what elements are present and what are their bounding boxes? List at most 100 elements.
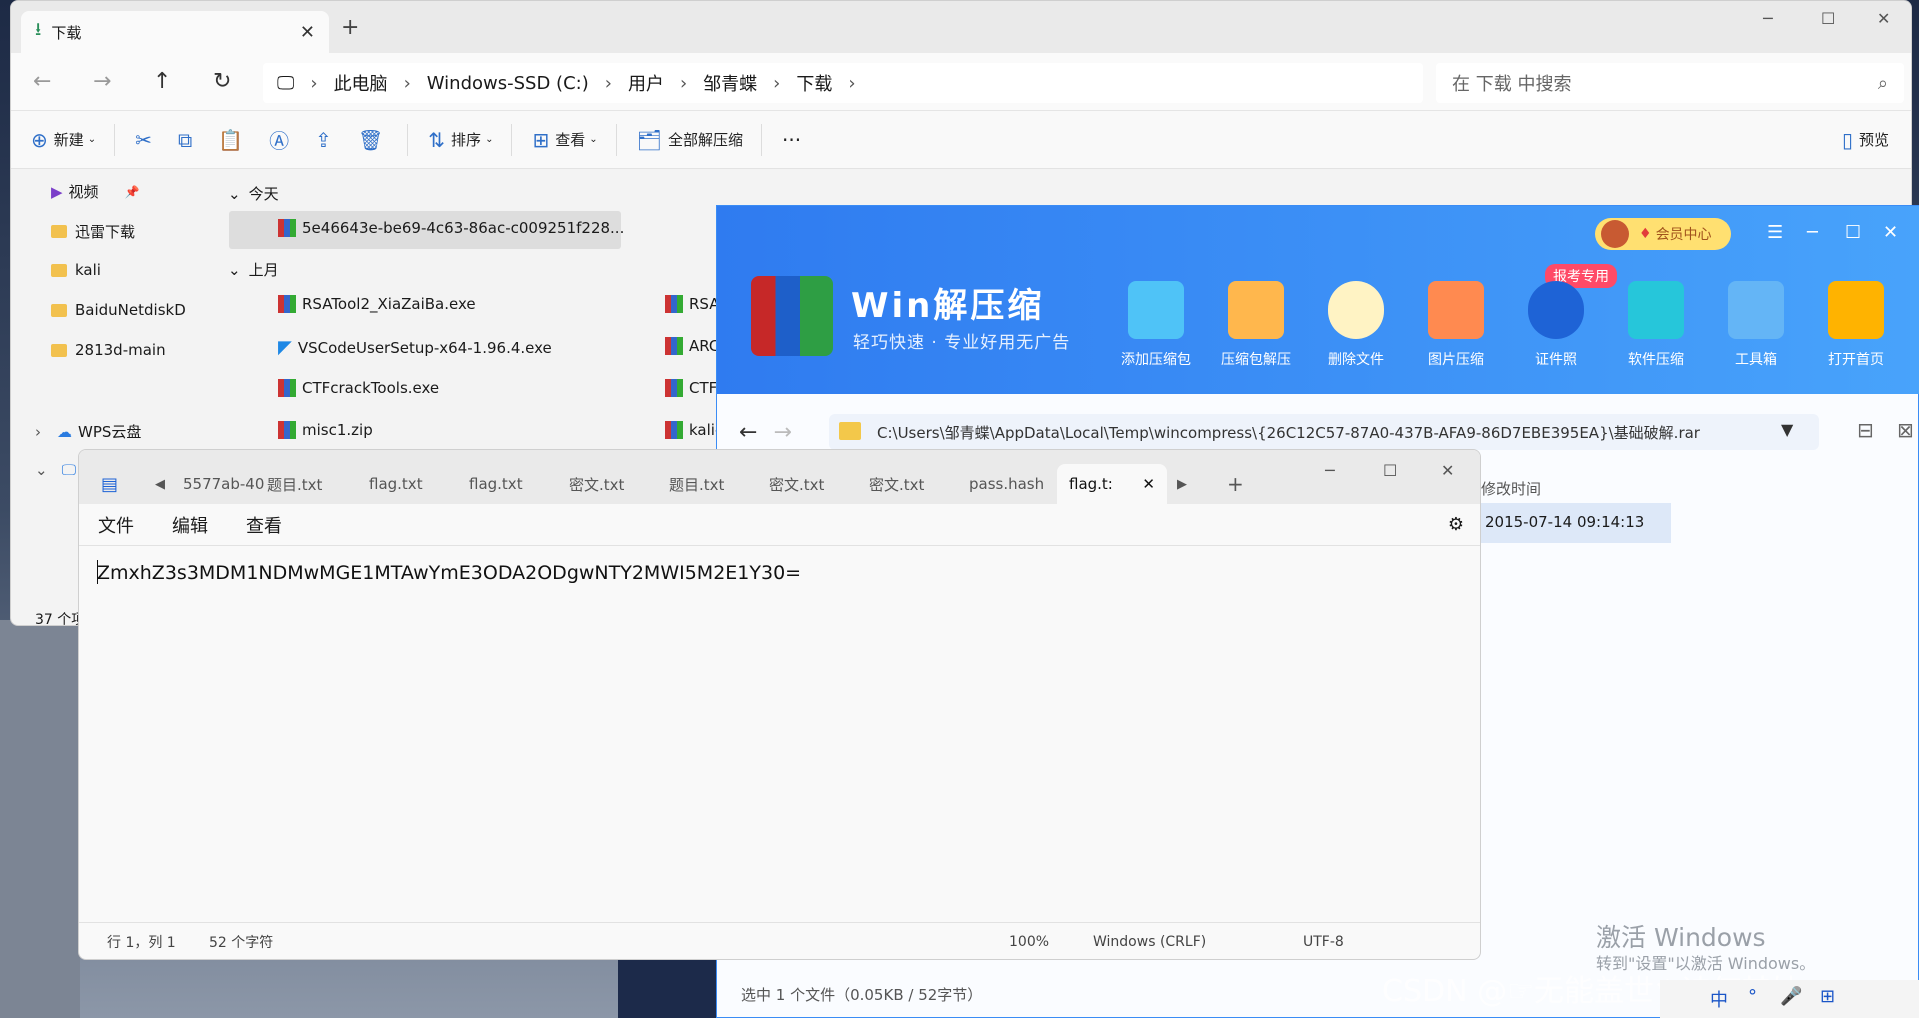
breadcrumb-item[interactable]: 此电脑 [334, 70, 388, 96]
house-icon [1828, 281, 1884, 339]
refresh-button[interactable]: ↻ [213, 69, 231, 94]
tool-home[interactable]: 打开首页 [1811, 281, 1901, 369]
avatar[interactable] [1601, 220, 1629, 248]
tool-extract[interactable]: 压缩包解压 [1211, 281, 1301, 369]
explorer-tab[interactable]: ⭳ 下载 ✕ [21, 11, 329, 53]
notepad-tabbar: ▤ ◀ 5577ab-40 题目.txt flag.txt flag.txt 密… [79, 450, 1480, 504]
column-modified[interactable]: 修改时间 [1481, 478, 1541, 499]
close-button[interactable]: ✕ [1877, 9, 1890, 28]
preview-button[interactable]: ▯ 预览 [1842, 128, 1889, 152]
close-icon[interactable]: ✕ [300, 22, 315, 43]
tool-software-compress[interactable]: 软件压缩 [1611, 281, 1701, 369]
nav-item-wps[interactable]: › ☁ WPS云盘 [35, 421, 141, 442]
menu-icon[interactable]: ☰ [1767, 222, 1783, 243]
nav-item-kali[interactable]: kali [51, 261, 101, 279]
file-item[interactable]: RSATool2_XiaZaiBa.exe [278, 295, 476, 313]
menu-file[interactable]: 文件 [98, 512, 134, 538]
forward-button[interactable]: → [93, 69, 111, 94]
sort-button[interactable]: ⇅ 排序 ⌄ [428, 128, 493, 152]
download-icon: ⭳ [35, 19, 42, 40]
nav-item-videos[interactable]: ▶ 视频 📌 [51, 181, 140, 202]
maximize-button[interactable]: ☐ [1383, 450, 1397, 490]
forward-icon[interactable]: → [773, 420, 791, 445]
zoom-level[interactable]: 100% [1009, 934, 1093, 950]
editor-text[interactable]: ZmxhZ3s3MDM1NDMwMGE1MTAwYmE3ODA2ODgwNTY2… [97, 562, 801, 584]
tab[interactable]: flag.txt [369, 464, 423, 504]
path-input[interactable]: C:\Users\邹青蝶\AppData\Local\Temp\wincompr… [829, 414, 1819, 450]
computer-icon: 🖵 [277, 72, 295, 94]
breadcrumb[interactable]: 🖵 › 此电脑 › Windows-SSD (C:) › 用户 › 邹青蝶 › 下载 › [263, 63, 1423, 103]
nav-item-baidu[interactable]: BaiduNetdiskD [51, 301, 186, 319]
nav-label: kali [75, 261, 101, 279]
collapse-icon[interactable]: ⊠ [1897, 418, 1914, 442]
gear-icon[interactable]: ⚙ [1448, 514, 1464, 535]
tab-active[interactable]: flag.t: ✕ [1057, 464, 1167, 504]
delete-button[interactable]: 🗑 [358, 128, 389, 152]
file-item[interactable]: 5e46643e-be69-4c63-86ac-c009251f228... [278, 219, 624, 237]
close-icon[interactable]: ✕ [1142, 475, 1155, 493]
paste-button[interactable]: 📋 [218, 128, 249, 152]
search-input[interactable]: 在 下载 中搜索 ⌕ [1436, 63, 1904, 103]
maximize-button[interactable]: ☐ [1845, 222, 1861, 243]
tool-delete[interactable]: 删除文件 [1311, 281, 1401, 369]
share-button[interactable]: ⇪ [315, 128, 338, 152]
rename-button[interactable]: Ⓐ [269, 125, 295, 154]
breadcrumb-item[interactable]: 下载 [796, 70, 832, 96]
breadcrumb-item[interactable]: 用户 [628, 70, 664, 96]
ime-punct-icon[interactable]: ° [1748, 986, 1757, 1007]
file-item[interactable]: misc1.zip [278, 421, 373, 439]
tab[interactable]: pass.hash [969, 464, 1044, 504]
scroll-left-icon[interactable]: ◀ [155, 464, 165, 504]
nav-item-2813d[interactable]: 2813d-main [51, 341, 166, 359]
minimize-button[interactable]: ─ [1763, 9, 1773, 28]
extract-all-button[interactable]: 🗂 全部解压缩 [637, 128, 743, 152]
close-button[interactable]: ✕ [1441, 450, 1454, 490]
copy-button[interactable]: ⧉ [178, 128, 198, 152]
back-icon[interactable]: ← [739, 420, 757, 445]
up-button[interactable]: ↑ [153, 69, 171, 94]
group-header-month[interactable]: ⌄ 上月 [228, 259, 279, 280]
encoding[interactable]: UTF-8 [1303, 934, 1344, 950]
tool-image-compress[interactable]: 图片压缩 [1411, 281, 1501, 369]
tab[interactable]: 题目.txt [669, 464, 724, 504]
microphone-icon[interactable]: 🎤 [1780, 986, 1802, 1007]
chevron-down-icon[interactable]: ▼ [1781, 420, 1793, 439]
tab[interactable]: 题目.txt [267, 464, 322, 504]
view-button[interactable]: ⊞ 查看 ⌄ [532, 128, 597, 152]
ime-chinese[interactable]: 中 [1710, 986, 1728, 1012]
folder-icon [839, 422, 861, 440]
nav-item-xunlei[interactable]: 迅雷下载 [51, 221, 135, 242]
tab[interactable]: 密文.txt [869, 464, 924, 504]
tab[interactable]: 5577ab-40 [183, 464, 264, 504]
scroll-right-icon[interactable]: ▶ [1177, 464, 1187, 504]
new-button[interactable]: ⊕ 新建 ⌄ [31, 128, 96, 152]
file-item[interactable]: CTFcrackTools.exe [278, 379, 439, 397]
file-item[interactable]: ◤ VSCodeUserSetup-x64-1.96.4.exe [278, 337, 552, 358]
minimize-button[interactable]: ─ [1325, 450, 1335, 490]
tool-add-archive[interactable]: 添加压缩包 [1111, 281, 1201, 369]
tool-toolbox[interactable]: 工具箱 [1711, 281, 1801, 369]
breadcrumb-item[interactable]: Windows-SSD (C:) [427, 73, 589, 94]
new-tab-button[interactable]: + [341, 15, 359, 40]
back-button[interactable]: ← [33, 69, 51, 94]
cut-button[interactable]: ✂ [135, 128, 158, 152]
nav-item-this-pc[interactable]: ⌄ 🖵 [35, 461, 76, 479]
menu-view[interactable]: 查看 [246, 512, 282, 538]
tab[interactable]: 密文.txt [769, 464, 824, 504]
grid-icon[interactable]: ⊞ [1820, 986, 1835, 1007]
tool-id-photo[interactable]: 证件照 [1511, 281, 1601, 369]
close-button[interactable]: ✕ [1883, 222, 1898, 243]
maximize-button[interactable]: ☐ [1821, 9, 1835, 28]
more-button[interactable]: ··· [782, 128, 801, 152]
minimize-button[interactable]: ─ [1807, 222, 1818, 243]
view-toggle-icon[interactable]: ⊟ [1857, 418, 1874, 442]
new-tab-button[interactable]: + [1227, 464, 1244, 504]
tab[interactable]: 密文.txt [569, 464, 624, 504]
tab[interactable]: flag.txt [469, 464, 523, 504]
group-header-today[interactable]: ⌄ 今天 [228, 183, 279, 204]
breadcrumb-item[interactable]: 邹青蝶 [703, 70, 757, 96]
search-placeholder: 在 下载 中搜索 [1452, 74, 1572, 95]
line-ending[interactable]: Windows (CRLF) [1093, 934, 1303, 950]
vscode-icon: ◤ [278, 337, 292, 358]
menu-edit[interactable]: 编辑 [172, 512, 208, 538]
